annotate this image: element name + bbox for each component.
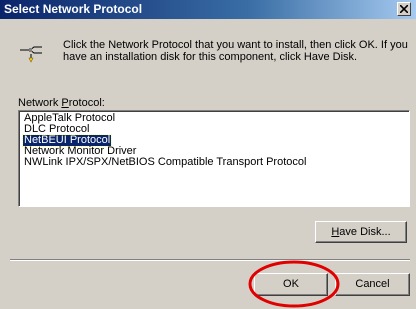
protocol-list-label: Network Protocol: [18, 97, 105, 109]
separator-line [10, 259, 410, 261]
close-button[interactable] [397, 2, 411, 16]
list-item-nwlink[interactable]: NWLink IPX/SPX/NetBIOS Compatible Transp… [23, 157, 307, 168]
label-accelerator: P [61, 97, 69, 109]
cancel-button[interactable]: Cancel [335, 273, 410, 296]
close-icon [400, 5, 408, 13]
ok-button[interactable]: OK [254, 273, 328, 296]
network-component-icon [20, 46, 42, 63]
dialog-window: Select Network Protocol Click the Networ… [0, 0, 416, 309]
have-disk-button[interactable]: Have Disk... [315, 221, 407, 243]
intro-text: Click the Network Protocol that you want… [63, 39, 408, 63]
protocol-listbox[interactable]: AppleTalk Protocol DLC Protocol NetBEUI … [18, 110, 410, 207]
window-title: Select Network Protocol [4, 2, 143, 16]
title-bar[interactable]: Select Network Protocol [0, 0, 416, 19]
